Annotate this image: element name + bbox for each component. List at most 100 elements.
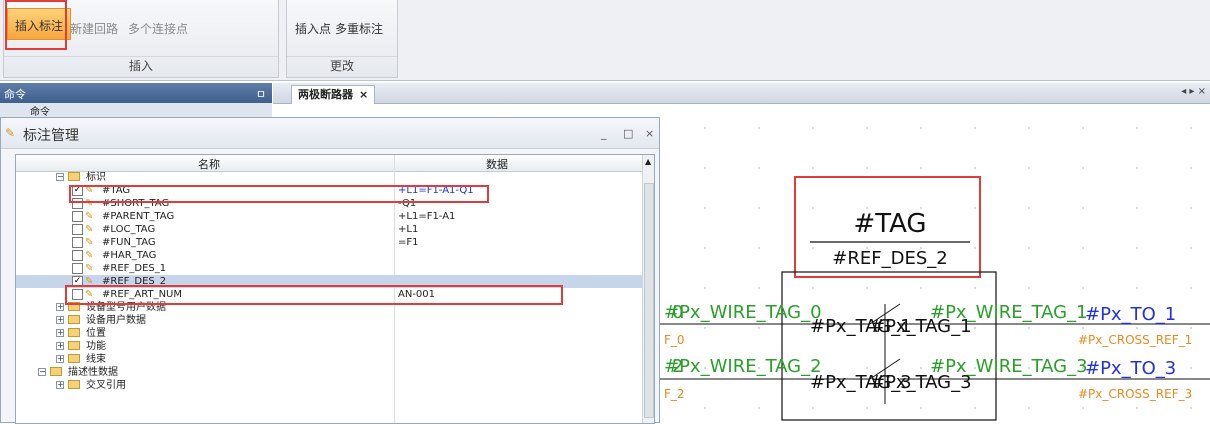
minimize-icon[interactable]: _ [601, 127, 607, 140]
command-panel-title: 命令 [4, 88, 26, 101]
vertical-scrollbar[interactable]: ▲ [642, 155, 654, 423]
row-value: =F1 [398, 237, 419, 248]
annotation-pencil-icon: ✎ [85, 263, 94, 274]
change-group-label: 更改 [287, 56, 397, 75]
pin-icon[interactable]: ㅁ [256, 86, 266, 102]
tree-item-row[interactable]: ✎ #REF_DES_1 [16, 262, 642, 275]
folder-icon [68, 354, 80, 363]
tag-row-highlight [69, 185, 489, 203]
expand-icon[interactable]: + [56, 329, 64, 337]
tree-folder-row[interactable]: − 描述性数据 [16, 366, 642, 379]
row-value: +L1=F1-A1 [398, 211, 456, 222]
tab-circuit-breaker[interactable]: 两极断路器 × [291, 85, 376, 104]
row-checkbox[interactable] [72, 211, 83, 222]
pin-number-0: 0 [672, 302, 683, 323]
row-name: #PARENT_TAG [102, 211, 175, 222]
tree-item-row[interactable]: ✎ #FUN_TAG =F1 [16, 236, 642, 249]
multi-annotation-button[interactable]: 多重标注 [335, 16, 383, 42]
row-name: 功能 [86, 341, 106, 352]
insert-point-button[interactable]: 插入点 [295, 16, 331, 42]
tree-folder-row[interactable]: + 功能 [16, 340, 642, 353]
to-label-1: #Px_TO_1 [1085, 304, 1176, 325]
tab-nav-icon[interactable]: ◂ ▸ × [1181, 86, 1206, 97]
scroll-thumb[interactable] [644, 183, 654, 418]
folder-icon [68, 341, 80, 350]
collapse-icon[interactable]: − [38, 368, 46, 376]
folder-icon [68, 315, 80, 324]
scroll-up-icon[interactable]: ▲ [645, 157, 651, 166]
row-name: #FUN_TAG [102, 237, 156, 248]
row-checkbox[interactable] [72, 224, 83, 235]
close-tab-icon[interactable]: × [359, 88, 368, 101]
row-name: 交叉引用 [86, 380, 126, 391]
command-tab[interactable]: 命令 [30, 103, 50, 118]
component-body [781, 271, 997, 421]
f2-label: F_2 [664, 387, 685, 401]
tree-item-row[interactable]: ✎ #LOC_TAG +L1 [16, 223, 642, 236]
tree-folder-row[interactable]: + 位置 [16, 327, 642, 340]
row-name: #LOC_TAG [102, 224, 156, 235]
row-name: 线束 [86, 354, 106, 365]
f0-label: F_0 [664, 333, 685, 347]
doc-tab-label: 两极断路器 [298, 88, 353, 101]
symbol-drawing: #TAG #REF_DES_2 #Px_WIRE_TAG_0 #Px_WIRE_… [660, 176, 1210, 421]
pin-number-2: 2 [672, 356, 683, 377]
maximize-icon[interactable]: □ [623, 127, 633, 140]
dialog-titlebar: ✎ 标注管理 _ □ × [1, 118, 659, 149]
drawing-canvas[interactable]: #TAG #REF_DES_2 #Px_WIRE_TAG_0 #Px_WIRE_… [660, 104, 1210, 423]
tree-folder-row[interactable]: − 标识 [16, 171, 642, 184]
row-checkbox[interactable] [72, 250, 83, 261]
row-checkbox[interactable] [72, 237, 83, 248]
inner-tag-3b: #Px_TAG_3 [870, 372, 972, 393]
collapse-icon[interactable]: − [56, 173, 64, 181]
annotation-manager-dialog: ✎ 标注管理 _ □ × 名称 数据 − 标识 ✓ ✎ #TAG +L1=F1-A1-Q1… [0, 117, 660, 424]
folder-icon [68, 172, 80, 181]
tree-folder-row[interactable]: + 交叉引用 [16, 379, 642, 392]
expand-icon[interactable]: + [56, 316, 64, 324]
insert-group-label: 插入 [4, 56, 278, 75]
row-value: +L1 [398, 224, 419, 235]
pencil-check-icon: ✎ [5, 126, 16, 140]
column-data-header[interactable]: 数据 [486, 156, 508, 172]
command-panel-header: 命令 ㅁ [0, 83, 272, 103]
row-name: 位置 [86, 328, 106, 339]
ref-des-label: #REF_DES_2 [832, 248, 947, 269]
expand-icon[interactable]: + [56, 355, 64, 363]
tree-folder-row[interactable]: + 设备用户数据 [16, 314, 642, 327]
ribbon: 插入标注 新建回路 多个连接点 插入 插入点 多重标注 更改 [0, 0, 1210, 81]
insert-annotation-highlight [5, 0, 67, 50]
new-circuit-button[interactable]: 新建回路 [70, 16, 118, 42]
multi-connection-button[interactable]: 多个连接点 [128, 16, 188, 42]
wire-tag-2: #Px_WIRE_TAG_2 [664, 356, 822, 377]
inner-tag-1b: #Px_TAG_1 [870, 316, 972, 337]
tree-item-row[interactable]: ✎ #PARENT_TAG +L1=F1-A1 [16, 210, 642, 223]
tree-item-row[interactable]: ✎ #HAR_TAG [16, 249, 642, 262]
row-checkbox[interactable] [72, 263, 83, 274]
expand-icon[interactable]: + [56, 342, 64, 350]
ref-des-2-row-highlight [65, 285, 563, 305]
close-icon[interactable]: × [645, 127, 654, 140]
column-name-header[interactable]: 名称 [198, 156, 220, 172]
row-name: 设备用户数据 [86, 315, 146, 326]
row-name: 描述性数据 [68, 367, 118, 378]
row-name: 标识 [86, 172, 106, 183]
cross-ref-3: #Px_CROSS_REF_3 [1078, 387, 1192, 401]
expand-icon[interactable]: + [56, 303, 64, 311]
tag-label: #TAG [853, 209, 926, 239]
annotation-pencil-icon: ✎ [85, 237, 94, 248]
command-panel-tabs: 命令 [0, 103, 272, 118]
document-tab-bar: 两极断路器 × ◂ ▸ × [273, 83, 1210, 104]
dialog-title: 标注管理 [23, 128, 79, 144]
annotation-pencil-icon: ✎ [85, 224, 94, 235]
cross-ref-1: #Px_CROSS_REF_1 [1078, 333, 1192, 347]
expand-icon[interactable]: + [56, 381, 64, 389]
tree-header: 名称 数据 [16, 155, 642, 172]
to-label-3: #Px_TO_3 [1085, 358, 1176, 379]
change-group: 插入点 多重标注 更改 [286, 0, 398, 78]
folder-icon [68, 380, 80, 389]
row-name: #HAR_TAG [102, 250, 157, 261]
annotation-pencil-icon: ✎ [85, 250, 94, 261]
tree-folder-row[interactable]: + 线束 [16, 353, 642, 366]
folder-icon [68, 328, 80, 337]
wire-tag-0: #Px_WIRE_TAG_0 [664, 302, 822, 323]
